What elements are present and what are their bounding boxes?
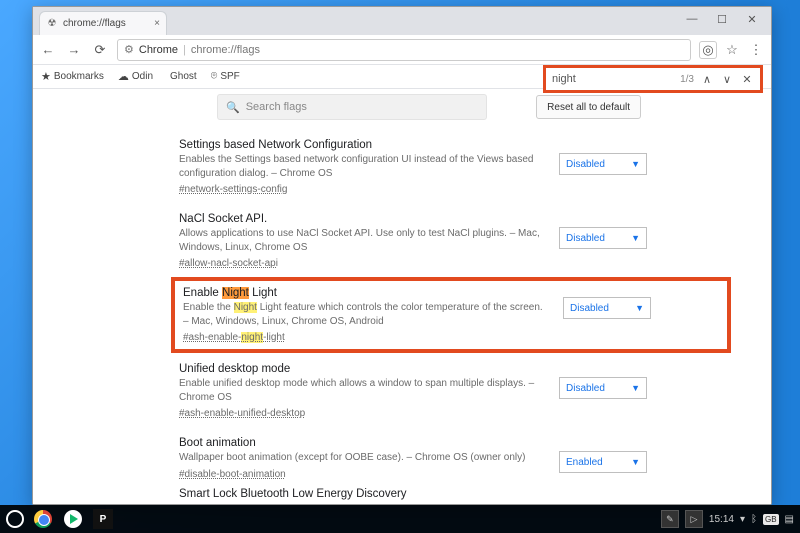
taskbar-play-icon[interactable] — [62, 508, 84, 530]
find-count: 1/3 — [680, 74, 694, 85]
tray-cast-icon[interactable]: ▷ — [685, 510, 703, 528]
tab-favicon-icon: ☢ — [46, 18, 58, 30]
back-button[interactable]: ← — [39, 41, 57, 59]
find-match: night — [241, 332, 263, 343]
flags-search-input[interactable]: 🔍 Search flags — [217, 94, 487, 120]
flag-title: Unified desktop mode — [179, 363, 541, 375]
search-icon: 🔍 — [226, 101, 240, 114]
window-close-icon[interactable]: ✕ — [737, 7, 767, 31]
find-match-current: Night — [222, 287, 249, 299]
flag-dropdown[interactable]: Disabled▼ — [559, 377, 647, 399]
chevron-down-icon: ▼ — [635, 303, 644, 313]
tab-close-icon[interactable]: × — [154, 18, 160, 29]
chevron-down-icon: ▼ — [631, 383, 640, 393]
flag-dropdown[interactable]: Disabled▼ — [559, 153, 647, 175]
tray-lang[interactable]: GB — [763, 514, 779, 525]
browser-tab[interactable]: ☢ chrome://flags × — [39, 11, 167, 35]
flag-title: Settings based Network Configuration — [179, 139, 541, 151]
flag-row: Settings based Network Configuration Ena… — [179, 129, 723, 203]
flag-link[interactable]: #ash-enable-night-light — [183, 332, 285, 343]
omnibox-scheme: Chrome — [139, 44, 178, 56]
reload-button[interactable]: ⟳ — [91, 41, 109, 59]
flag-desc: Enable unified desktop mode which allows… — [179, 377, 541, 404]
flag-dropdown[interactable]: Disabled▼ — [559, 227, 647, 249]
menu-icon[interactable]: ⋮ — [747, 41, 765, 59]
tray-bluetooth-icon[interactable]: ᛒ — [751, 514, 757, 525]
bookmark-ghost[interactable]: Ghost — [167, 71, 197, 82]
reset-all-button[interactable]: Reset all to default — [536, 95, 641, 119]
omnibox-path: chrome://flags — [191, 44, 260, 56]
tray-notif-icon[interactable]: ▤ — [785, 514, 794, 525]
flag-dropdown[interactable]: Enabled▼ — [559, 451, 647, 473]
flag-desc: Allows applications to use NaCl Socket A… — [179, 227, 541, 254]
flag-link[interactable]: #allow-nacl-socket-api — [179, 258, 278, 269]
flag-row: Boot animation Wallpaper boot animation … — [179, 427, 723, 488]
find-in-page-bar: night 1/3 ∧ ∨ ✕ — [543, 65, 763, 93]
scheme-icon: ⚙ — [124, 43, 134, 56]
flag-dropdown[interactable]: Disabled▼ — [563, 297, 651, 319]
flag-row: Unified desktop mode Enable unified desk… — [179, 353, 723, 427]
find-query[interactable]: night — [552, 73, 576, 85]
window-minimize-icon[interactable]: — — [677, 7, 707, 31]
flag-row-highlighted: Enable Night Light Enable the Night Ligh… — [171, 277, 731, 353]
chevron-down-icon: ▼ — [631, 457, 640, 467]
address-bar[interactable]: ⚙ Chrome | chrome://flags — [117, 39, 691, 61]
bookmark-odin[interactable]: ☁Odin — [118, 70, 153, 83]
flag-title: Boot animation — [179, 437, 541, 449]
flag-desc: Wallpaper boot animation (except for OOB… — [179, 451, 541, 465]
tab-title: chrome://flags — [63, 18, 126, 29]
flag-link[interactable]: #ash-enable-unified-desktop — [179, 408, 305, 419]
find-prev-icon[interactable]: ∧ — [700, 73, 714, 86]
star-icon[interactable]: ☆ — [723, 41, 741, 59]
bookmark-spf[interactable]: ⌾SPF — [211, 70, 240, 83]
window-maximize-icon[interactable]: ☐ — [707, 7, 737, 31]
flag-desc: Enable the Night Light feature which con… — [183, 301, 545, 328]
flag-link[interactable]: #disable-boot-animation — [179, 469, 286, 480]
forward-button[interactable]: → — [65, 41, 83, 59]
flag-title-cutoff: Smart Lock Bluetooth Low Energy Discover… — [179, 488, 723, 500]
flag-row: NaCl Socket API. Allows applications to … — [179, 203, 723, 277]
find-next-icon[interactable]: ∨ — [720, 73, 734, 86]
extension-icon[interactable]: ◎ — [699, 41, 717, 59]
taskbar-app-icon[interactable]: P — [92, 508, 114, 530]
launcher-icon[interactable] — [6, 510, 24, 528]
find-match: Night — [234, 302, 257, 313]
flag-link[interactable]: #network-settings-config — [179, 184, 287, 195]
taskbar: P ✎ ▷ 15:14 ▾ ᛒ GB ▤ — [0, 505, 800, 533]
tray-wifi-icon[interactable]: ▾ — [740, 514, 745, 525]
chevron-down-icon: ▼ — [631, 233, 640, 243]
flag-title: NaCl Socket API. — [179, 213, 541, 225]
omnibox-separator: | — [183, 44, 186, 56]
tray-pen-icon[interactable]: ✎ — [661, 510, 679, 528]
search-placeholder: Search flags — [246, 101, 307, 113]
flag-desc: Enables the Settings based network confi… — [179, 153, 541, 180]
taskbar-chrome-icon[interactable] — [32, 508, 54, 530]
bookmarks-label[interactable]: ★Bookmarks — [41, 70, 104, 83]
tray-time[interactable]: 15:14 — [709, 514, 734, 525]
find-close-icon[interactable]: ✕ — [740, 73, 754, 86]
chevron-down-icon: ▼ — [631, 159, 640, 169]
flag-title: Enable Night Light — [183, 287, 545, 299]
